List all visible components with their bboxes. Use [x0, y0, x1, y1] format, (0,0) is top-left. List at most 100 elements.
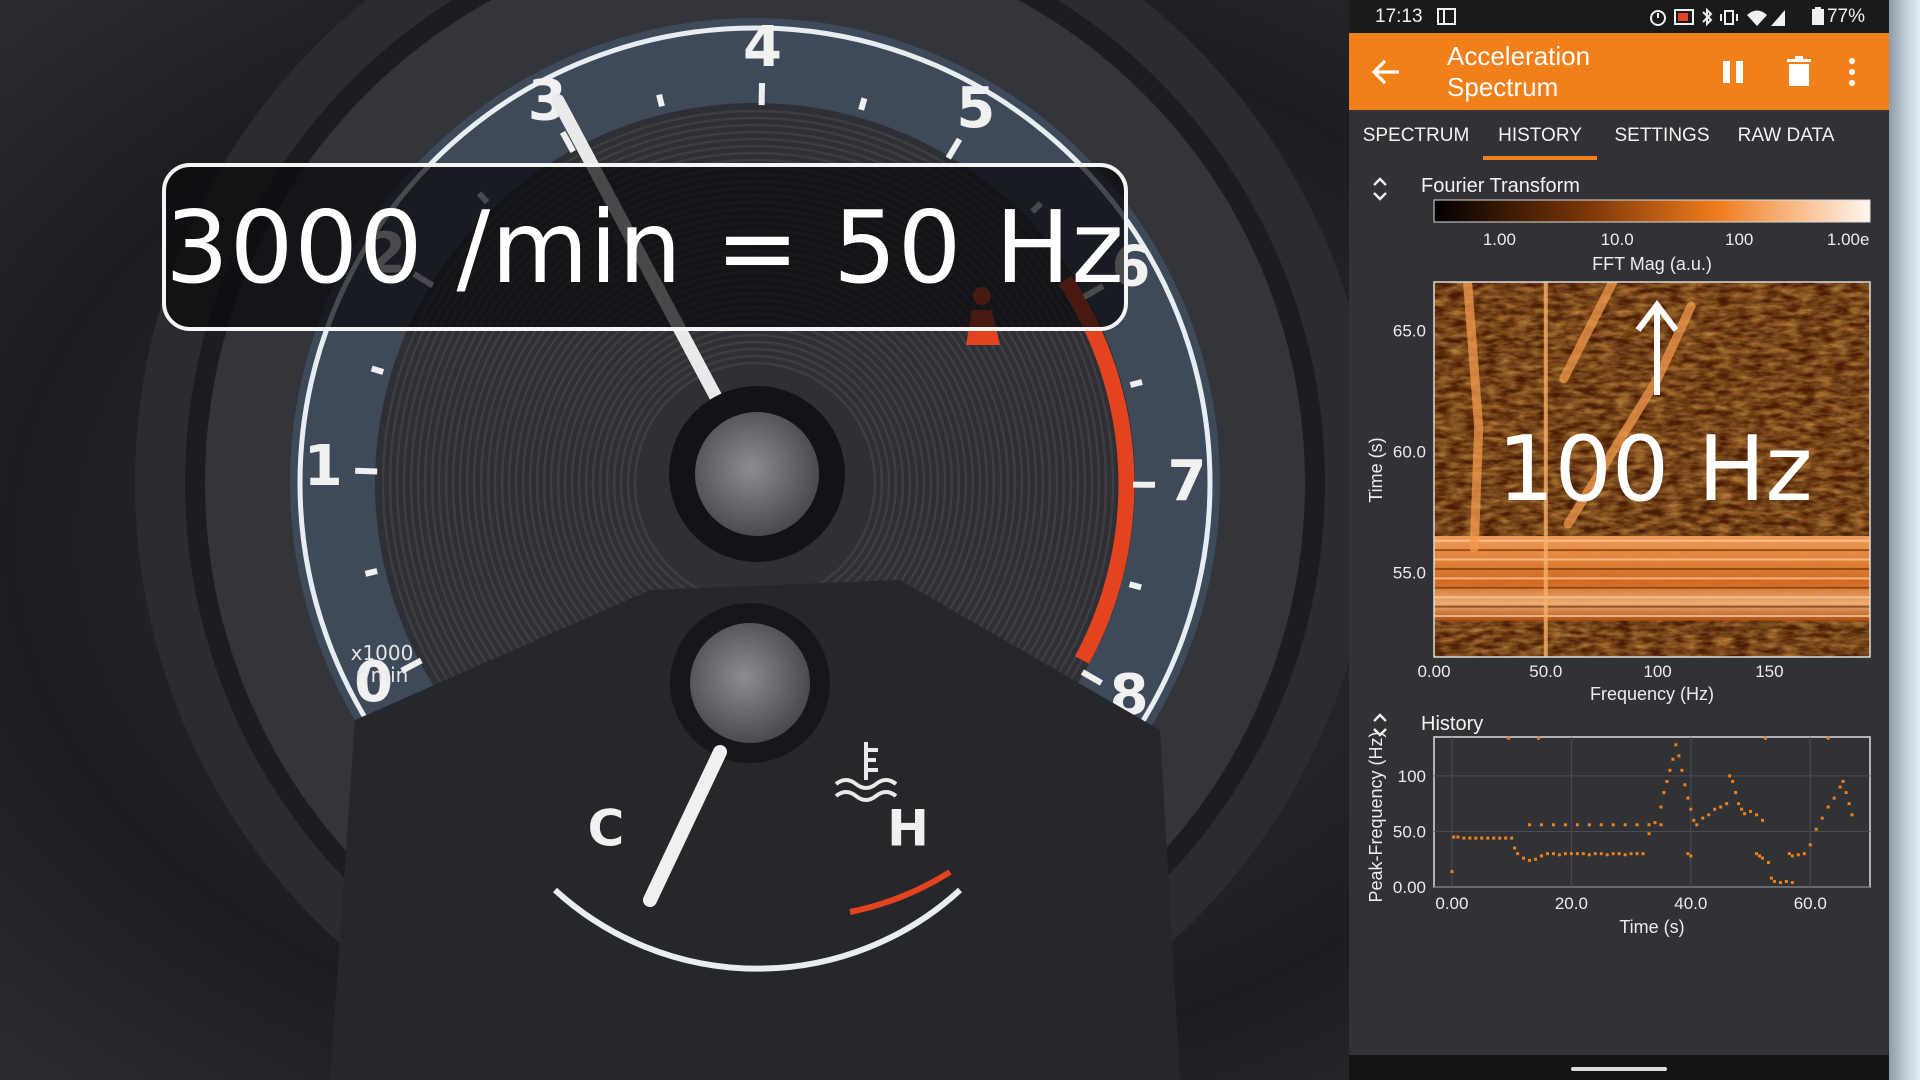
heatmap-x-tick: 0.00: [1417, 662, 1450, 681]
tach-tick: [858, 97, 868, 111]
history-point: [1832, 796, 1836, 800]
history-point: [1563, 823, 1567, 827]
tab-spectrum[interactable]: SPECTRUM: [1361, 110, 1471, 160]
history-point: [1790, 881, 1794, 885]
history-point: [1540, 823, 1544, 827]
history-point: [1498, 836, 1502, 840]
history-point: [1569, 852, 1573, 856]
heatmap-y-ticks: 55.0 60.0 65.0: [1393, 321, 1426, 582]
trash-icon[interactable]: [1785, 55, 1813, 87]
history-point: [1480, 836, 1484, 840]
history-point: [1557, 853, 1561, 857]
system-nav-bar: [1349, 1055, 1889, 1080]
history-point: [1695, 823, 1699, 827]
history-point: [1731, 779, 1735, 783]
history-y-tick: 100: [1398, 767, 1426, 786]
history-point: [1778, 881, 1782, 885]
history-panel: History 0.00 20.0 40.0 60.0 0.00 50.0 100 Tim…: [1349, 705, 1889, 955]
history-point: [1689, 854, 1693, 858]
history-point: [1507, 736, 1511, 740]
temp-needle-hub: [690, 623, 810, 743]
history-point: [1850, 813, 1854, 817]
history-point: [1522, 856, 1526, 860]
more-vert-icon[interactable]: [1845, 55, 1859, 89]
history-point: [1763, 736, 1767, 740]
heatmap-x-label: Frequency (Hz): [1590, 684, 1714, 704]
history-point: [1581, 852, 1585, 856]
history-point: [1838, 785, 1842, 789]
history-point: [1760, 818, 1764, 822]
history-point: [1545, 852, 1549, 856]
history-x-tick: 40.0: [1674, 894, 1707, 913]
history-point: [1468, 836, 1472, 840]
history-point: [1504, 836, 1508, 840]
history-point: [1575, 823, 1579, 827]
battery-icon: [1811, 6, 1824, 25]
history-point: [1820, 816, 1824, 820]
tach-tick: [1129, 379, 1143, 388]
history-point: [1587, 823, 1591, 827]
history-x-tick: 20.0: [1555, 894, 1588, 913]
history-point: [1462, 836, 1466, 840]
heatmap-y-tick: 65.0: [1393, 321, 1426, 340]
history-point: [1671, 757, 1675, 761]
history-point: [1784, 879, 1788, 883]
history-x-label: Time (s): [1619, 917, 1684, 937]
wifi-icon: [1747, 10, 1767, 26]
history-point: [1772, 879, 1776, 883]
signal-icon: [1771, 9, 1785, 26]
colorbar-tick-label: 1.00: [1483, 230, 1516, 249]
tab-history[interactable]: HISTORY: [1483, 110, 1597, 160]
history-point: [1755, 813, 1759, 817]
heatmap-y-tick: 60.0: [1393, 442, 1426, 461]
status-time: 17:13: [1375, 5, 1423, 27]
colorbar: [1433, 199, 1871, 223]
history-y-tick: 0.00: [1393, 878, 1426, 897]
history-point: [1599, 823, 1603, 827]
pause-icon[interactable]: [1719, 57, 1747, 87]
fourier-heatmap-chart: 1.00 10.0 100 1.00e FFT Mag (a.u.) 0.00 50.0…: [1366, 199, 1871, 704]
arrow-left-icon[interactable]: [1369, 55, 1403, 89]
history-point: [1802, 852, 1806, 856]
bluetooth-icon: [1702, 7, 1713, 26]
heatmap-y-label: Time (s): [1366, 437, 1386, 502]
history-point: [1826, 736, 1830, 740]
history-point: [1841, 779, 1845, 783]
tab-raw-data[interactable]: RAW DATA: [1731, 110, 1841, 160]
history-scatter-chart: 0.00 20.0 40.0 60.0 0.00 50.0 100 Time (s) Pe…: [1366, 731, 1871, 937]
history-point: [1662, 791, 1666, 795]
history-x-tick: 0.00: [1435, 894, 1468, 913]
app-toolbar: Acceleration Spectrum: [1349, 33, 1889, 110]
history-point: [1755, 852, 1759, 856]
battery-percent: 77%: [1826, 5, 1865, 27]
history-point: [1719, 805, 1723, 809]
history-point: [1492, 836, 1496, 840]
history-point: [1510, 836, 1514, 840]
tach-tick: [355, 467, 378, 475]
history-point: [1623, 823, 1627, 827]
tach-number-5: 5: [956, 76, 995, 141]
history-point: [1683, 783, 1687, 787]
history-point: [1575, 852, 1579, 856]
history-point: [1623, 853, 1627, 857]
history-point: [1665, 779, 1669, 783]
tach-tick: [364, 568, 378, 577]
history-point: [1826, 805, 1830, 809]
history-point: [1692, 818, 1696, 822]
history-point: [1605, 853, 1609, 857]
history-point: [1599, 852, 1603, 856]
history-point: [1808, 843, 1812, 847]
tach-number-7: 7: [1168, 449, 1207, 514]
history-point: [1713, 807, 1717, 811]
history-point: [1611, 852, 1615, 856]
history-plot-frame: [1433, 736, 1871, 888]
history-point: [1814, 827, 1818, 831]
history-point: [1725, 802, 1729, 806]
history-point: [1653, 821, 1657, 825]
home-gesture-handle[interactable]: [1571, 1067, 1667, 1071]
tab-settings[interactable]: SETTINGS: [1607, 110, 1717, 160]
cast-icon: [1674, 8, 1694, 25]
tach-unit-line2: r/min: [356, 663, 409, 687]
history-point: [1474, 836, 1478, 840]
app-title: Acceleration Spectrum: [1447, 41, 1591, 102]
